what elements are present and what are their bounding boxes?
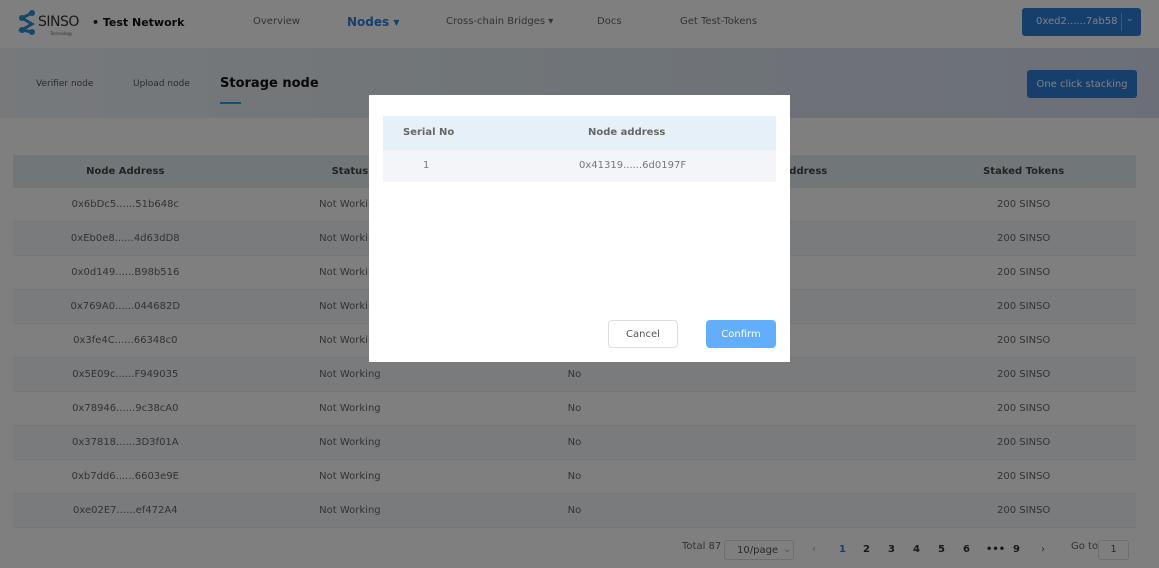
serial-no: 1	[423, 160, 430, 171]
node-address: 0x41319......6d0197F	[579, 160, 687, 171]
header-node-address: Node address	[588, 127, 666, 138]
header-serial-no: Serial No	[403, 127, 455, 138]
dialog-table-row: 1 0x41319......6d0197F	[383, 150, 776, 182]
cancel-button[interactable]: Cancel	[608, 320, 678, 348]
confirm-button[interactable]: Confirm	[706, 320, 776, 348]
confirm-dialog: Serial No Node address 1 0x41319......6d…	[369, 95, 790, 362]
dialog-table-header: Serial No Node address	[383, 116, 776, 150]
